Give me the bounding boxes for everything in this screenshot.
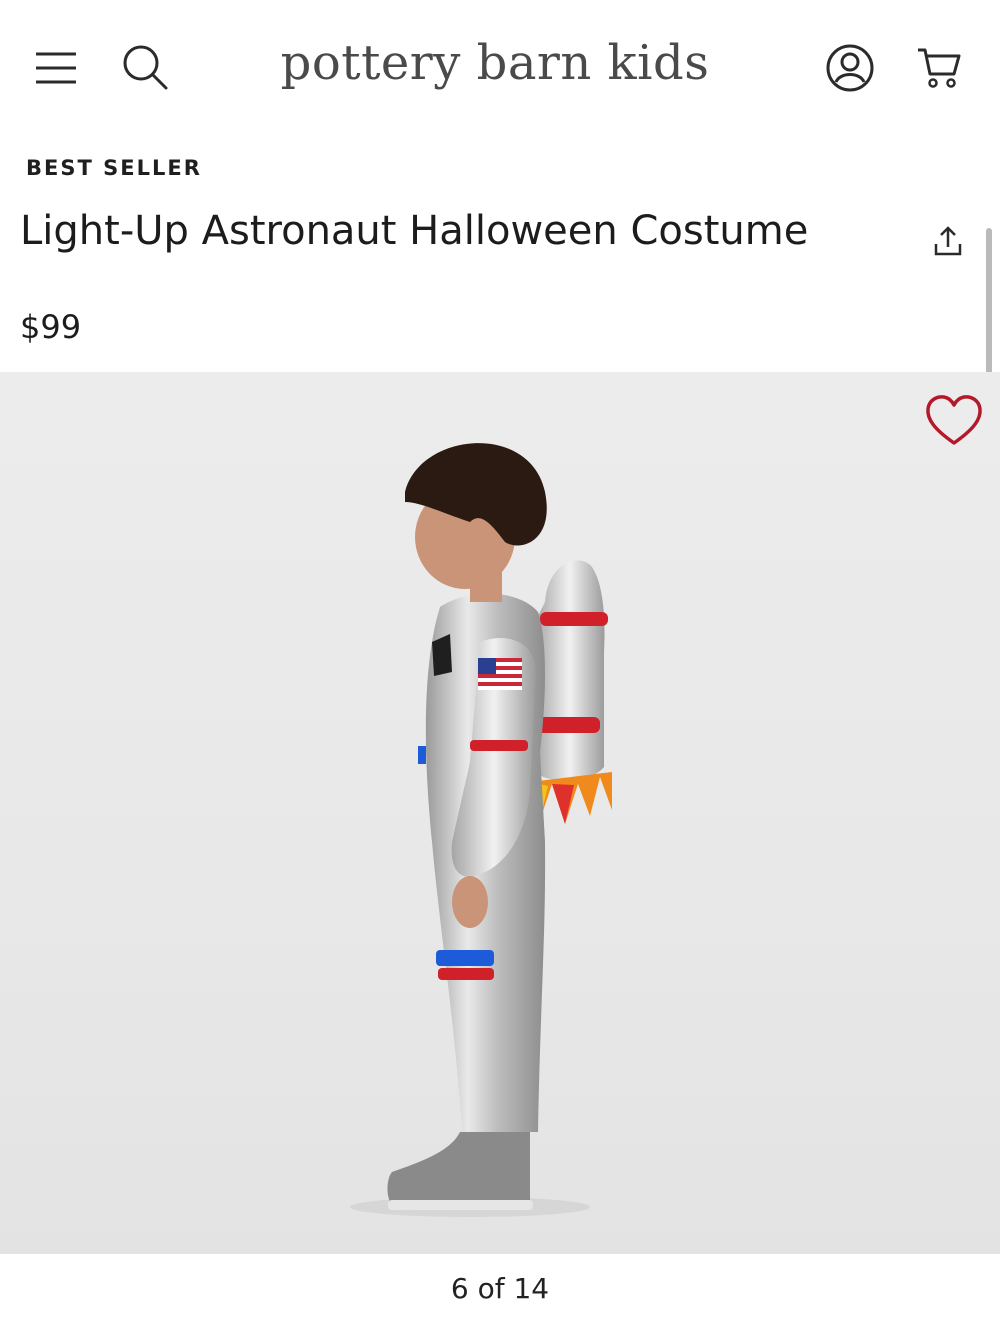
share-button[interactable]	[924, 218, 972, 266]
heart-icon	[926, 395, 982, 445]
search-button[interactable]	[118, 40, 172, 94]
cart-icon	[918, 48, 961, 88]
product-price: $99	[20, 308, 82, 346]
product-image[interactable]	[0, 372, 1000, 1254]
account-button[interactable]	[822, 40, 878, 96]
wishlist-button[interactable]	[922, 390, 986, 450]
image-counter: 6 of 14	[450, 1272, 550, 1305]
search-icon	[123, 45, 168, 90]
menu-button[interactable]	[30, 42, 82, 94]
brand-logo[interactable]: pottery barn kids	[260, 28, 730, 98]
astronaut-costume-photo	[350, 443, 612, 1217]
cart-button[interactable]	[912, 40, 966, 94]
account-icon	[826, 44, 874, 92]
top-navigation-bar: pottery barn kids	[0, 0, 1000, 130]
best-seller-badge: BEST SELLER	[26, 156, 202, 180]
product-title: Light-Up Astronaut Halloween Costume	[20, 208, 809, 254]
share-icon	[934, 226, 962, 256]
menu-icon	[36, 52, 76, 84]
